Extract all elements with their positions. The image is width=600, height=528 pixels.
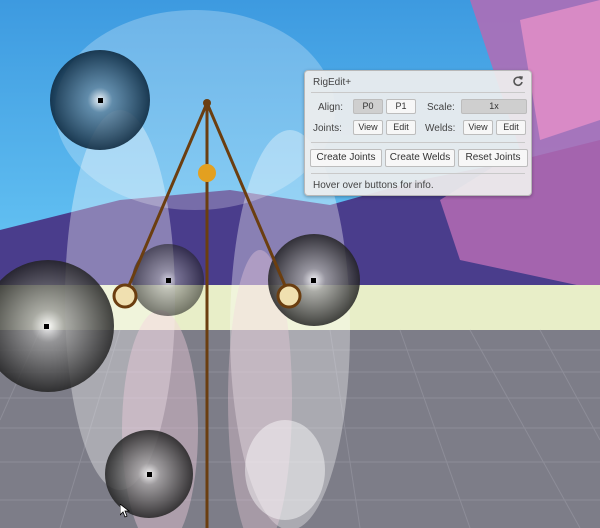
joint-marker (166, 278, 171, 283)
align-p0-button[interactable]: P0 (353, 99, 383, 114)
welds-edit-button[interactable]: Edit (496, 120, 526, 135)
panel-title: RigEdit+ (313, 77, 352, 88)
refresh-icon[interactable] (512, 75, 524, 87)
joint-marker (44, 324, 49, 329)
welds-view-button[interactable]: View (463, 120, 493, 135)
joint-marker (147, 472, 152, 477)
scale-label: Scale: (427, 102, 455, 113)
scale-input[interactable]: 1x (461, 99, 527, 114)
divider (311, 92, 525, 93)
welds-label: Welds: (425, 123, 456, 134)
right-foot-part (245, 420, 325, 520)
center-bone-handle[interactable] (198, 164, 216, 182)
create-joints-button[interactable]: Create Joints (310, 149, 382, 167)
joints-view-button[interactable]: View (353, 120, 383, 135)
divider (311, 142, 525, 143)
create-welds-button[interactable]: Create Welds (385, 149, 455, 167)
align-label: Align: (318, 102, 344, 113)
divider (311, 173, 525, 174)
reset-joints-button[interactable]: Reset Joints (458, 149, 528, 167)
rigedit-panel: RigEdit+ Align: P0 P1 Scale: 1x Joints: … (304, 70, 532, 196)
status-text: Hover over buttons for info. (313, 180, 434, 191)
root-bone-handle[interactable] (203, 99, 211, 107)
align-p1-button[interactable]: P1 (386, 99, 416, 114)
right-bone-end-handle[interactable] (276, 283, 302, 309)
joint-marker (311, 278, 316, 283)
joint-marker (98, 98, 103, 103)
left-bone-end-handle[interactable] (112, 283, 138, 309)
mouse-pointer-icon (120, 504, 130, 518)
joints-label: Joints: (313, 123, 342, 134)
joints-edit-button[interactable]: Edit (386, 120, 416, 135)
